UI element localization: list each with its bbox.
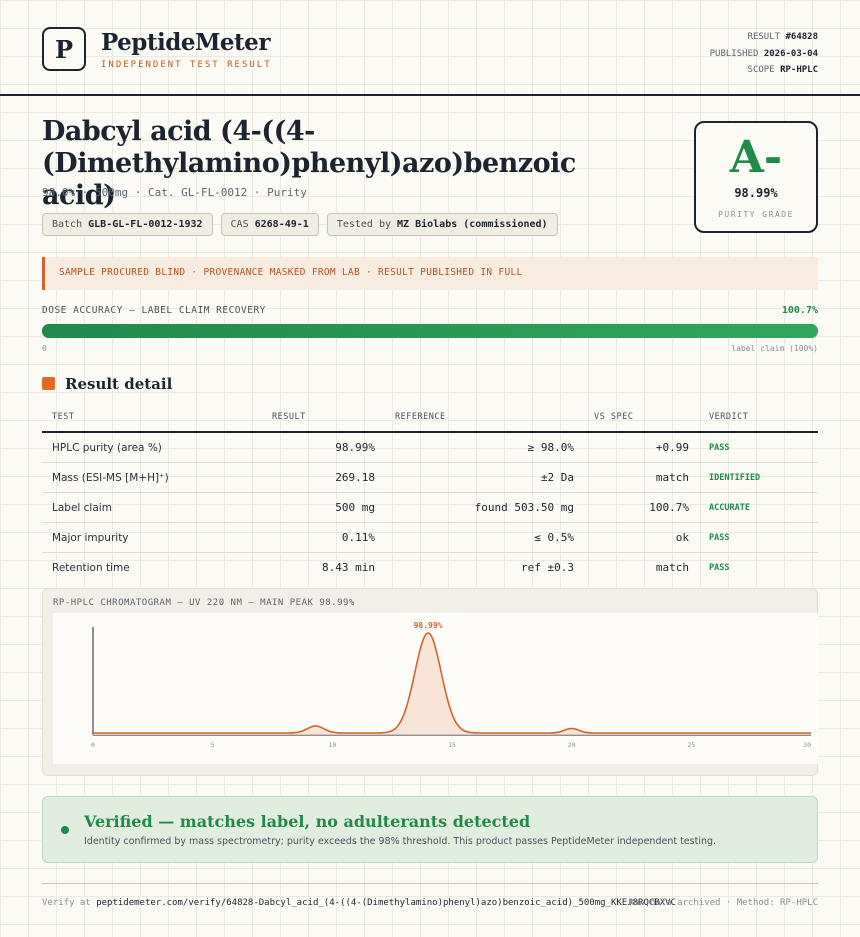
cell-result: 98.99% [262, 432, 385, 463]
x-tick-label: 5 [211, 741, 215, 749]
footer-divider [42, 883, 818, 884]
cas-chip: CAS 6268-49-1 [220, 213, 319, 236]
cell-verdict: PASS [699, 522, 818, 553]
header-divider [0, 94, 860, 96]
col-verdict: VERDICT [699, 405, 818, 433]
cell-reference: ≤ 0.5% [385, 522, 584, 553]
result-id: #64828 [785, 32, 818, 42]
chromatogram-title: RP-HPLC CHROMATOGRAM — UV 220 NM — MAIN … [53, 598, 355, 608]
x-tick-label: 30 [803, 741, 811, 749]
cell-reference: ±2 Da [385, 462, 584, 493]
col-result: RESULT [262, 405, 385, 433]
cell-test: Label claim [42, 492, 262, 523]
grade-value: 98.99% [734, 186, 778, 200]
section-marker [42, 377, 55, 390]
grade-letter: A- [729, 132, 783, 183]
report-meta: RESULT #64828 PUBLISHED 2026-03-04 SCOPE… [710, 29, 818, 79]
grade-card: A- 98.99% PURITY GRADE [694, 121, 818, 233]
peak-annotation-label: 98.99% [414, 621, 443, 630]
x-tick-label: 20 [568, 741, 576, 749]
col-vs-spec: VS SPEC [584, 405, 699, 433]
x-tick-label: 15 [448, 741, 456, 749]
cell-vs-spec: +0.99 [584, 432, 699, 463]
col-reference: REFERENCE [385, 405, 584, 433]
brand-tagline: INDEPENDENT TEST RESULT [101, 60, 272, 70]
dose-bar-max: label claim (100%) [731, 344, 818, 353]
cell-result: 269.18 [262, 462, 385, 493]
result-id-row: RESULT #64828 [747, 32, 818, 42]
dose-bar-fill [42, 324, 818, 338]
cell-reference: ref ±0.3 [521, 561, 574, 574]
cell-reference: ≥ 98.0% [385, 432, 584, 463]
dose-bar [42, 324, 818, 338]
verify-link[interactable]: Verify at peptidemeter.com/verify/64828-… [42, 898, 676, 908]
col-test: TEST [42, 405, 262, 433]
x-tick-label: 0 [91, 741, 95, 749]
table-row: HPLC purity (area %) 98.99% ≥ 98.0% +0.9… [42, 432, 818, 463]
chromatogram-plot-area: 0 5 10 15 20 25 30 98.99% [53, 613, 818, 764]
table-row: Retention time 8.43 min ref ±0.3 match P… [42, 553, 818, 583]
cell-vs-spec: ok [584, 522, 699, 553]
product-chips: Batch GLB-GL-FL-0012-1932 CAS 6268-49-1 … [42, 213, 558, 236]
cell-result: 0.11% [262, 522, 385, 553]
dose-value: 100.7% [781, 305, 818, 316]
cell-verdict: ACCURATE [699, 492, 818, 523]
cell-verdict: PASS [699, 432, 818, 463]
cell-result: 500 mg [262, 492, 385, 523]
result-table: TEST RESULT REFERENCE VS SPEC VERDICT HP… [42, 405, 818, 582]
footer-method: Raw data archived · Method: RP-HPLC [628, 898, 818, 908]
table-row: Major impurity 0.11% ≤ 0.5% ok PASS [42, 522, 818, 553]
verified-title: Verified — matches label, no adulterants… [84, 812, 531, 831]
logo-letter: P [54, 34, 74, 64]
dose-bar-min: 0 [42, 344, 47, 353]
verified-dot-icon [61, 826, 69, 834]
cell-test: Mass (ESI-MS [M+H]⁺) [42, 462, 262, 493]
grade-label: PURITY GRADE [718, 210, 794, 219]
table-row: Label claim 500 mg found 503.50 mg 100.7… [42, 492, 818, 523]
chromatogram-area-fill [93, 633, 811, 735]
lab-chip: Tested by MZ Biolabs (commissioned) [326, 213, 558, 236]
verified-subtitle: Identity confirmed by mass spectrometry;… [84, 836, 717, 847]
brand-logo: P [42, 27, 86, 71]
cell-test: Retention time [52, 561, 130, 574]
cell-result: 8.43 min [322, 561, 375, 574]
brand-name: PeptideMeter [101, 29, 270, 56]
table-row: Mass (ESI-MS [M+H]⁺) 269.18 ±2 Da match … [42, 462, 818, 493]
verify-url[interactable]: peptidemeter.com/verify/64828-Dabcyl_aci… [96, 898, 676, 908]
x-tick-label: 10 [328, 741, 336, 749]
cell-vs-spec: 100.7% [584, 492, 699, 523]
x-tick-label: 25 [687, 741, 695, 749]
blind-notice: SAMPLE PROCURED BLIND · PROVENANCE MASKE… [42, 257, 818, 290]
cell-test: Major impurity [42, 522, 262, 553]
scope-row: SCOPE RP-HPLC [747, 65, 818, 75]
section-title: Result detail [65, 375, 173, 393]
cell-reference: found 503.50 mg [385, 492, 584, 523]
published-date: 2026-03-04 [763, 48, 818, 59]
cell-verdict: PASS [709, 562, 730, 573]
chromatogram-chart: 0 5 10 15 20 25 30 98.99% [91, 621, 811, 749]
cell-test: HPLC purity (area %) [42, 432, 262, 463]
dose-label: DOSE ACCURACY — LABEL CLAIM RECOVERY [42, 305, 266, 316]
scope-value: RP-HPLC [780, 65, 818, 75]
batch-chip: Batch GLB-GL-FL-0012-1932 [42, 213, 213, 236]
table-header-row: TEST RESULT REFERENCE VS SPEC VERDICT [42, 405, 818, 433]
published-row: PUBLISHED 2026-03-04 [709, 48, 818, 59]
cell-vs-spec: match [584, 462, 699, 493]
product-subtitle: 98.0% · 500mg · Cat. GL-FL-0012 · Purity [42, 186, 307, 199]
cell-vs-spec: match [655, 561, 689, 574]
cell-verdict: IDENTIFIED [699, 462, 818, 493]
